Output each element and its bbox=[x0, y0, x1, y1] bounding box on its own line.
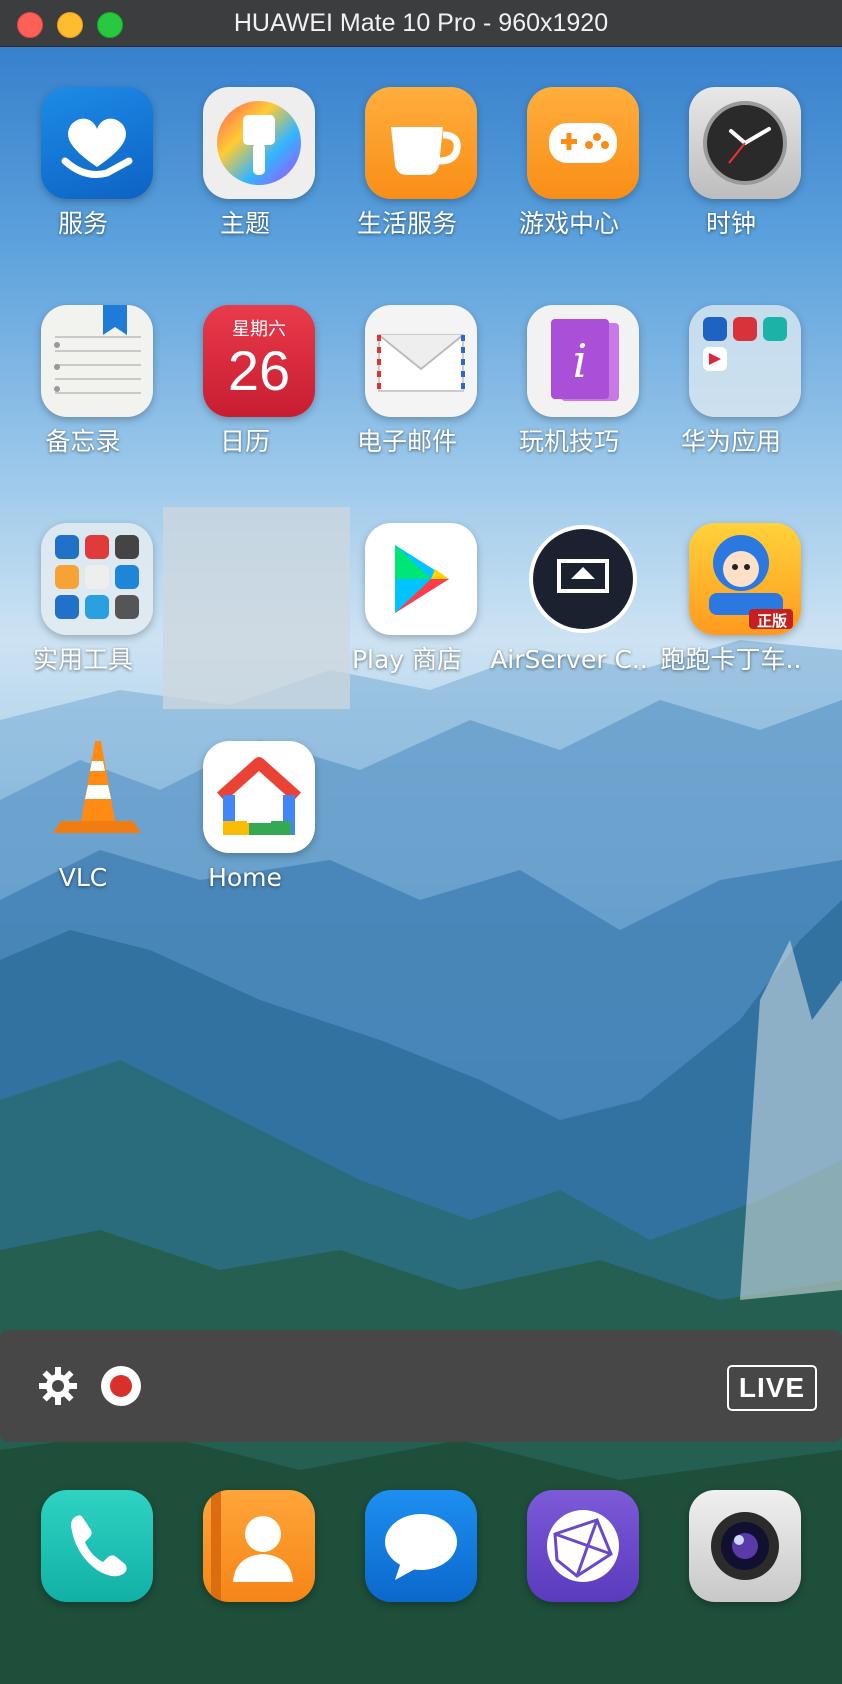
app-folder-tools[interactable]: 实用工具 bbox=[2, 523, 164, 693]
dock-phone-app[interactable] bbox=[41, 1490, 153, 1602]
paintbrush-icon bbox=[203, 87, 315, 199]
app-life-services[interactable]: 生活服务 bbox=[326, 87, 488, 257]
notepad-icon bbox=[41, 305, 153, 417]
app-label: 电子邮件 bbox=[356, 427, 457, 456]
clock-icon bbox=[689, 87, 801, 199]
app-calendar[interactable]: 星期六 26 日历 bbox=[164, 305, 326, 475]
browser-icon bbox=[547, 1510, 619, 1582]
tips-book-icon: i bbox=[527, 305, 639, 417]
kart-game-icon: 正版 bbox=[689, 523, 801, 635]
record-dot-icon bbox=[110, 1375, 132, 1397]
dock-browser-app[interactable] bbox=[527, 1490, 639, 1602]
app-label: 实用工具 bbox=[32, 645, 133, 674]
app-game-center[interactable]: 游戏中心 bbox=[488, 87, 650, 257]
app-label: 日历 bbox=[219, 427, 270, 456]
app-label: 游戏中心 bbox=[518, 209, 619, 238]
blurred-region bbox=[163, 507, 350, 709]
app-kart-game[interactable]: 正版 跑跑卡丁车.. bbox=[650, 523, 812, 693]
envelope-icon bbox=[365, 305, 477, 417]
settings-gear-icon[interactable] bbox=[38, 1366, 78, 1406]
app-themes[interactable]: 主题 bbox=[164, 87, 326, 257]
app-notes[interactable]: 备忘录 bbox=[2, 305, 164, 475]
dock-contacts-app[interactable] bbox=[203, 1490, 315, 1602]
play-store-icon bbox=[365, 523, 477, 635]
app-label: 华为应用 bbox=[680, 427, 781, 456]
app-play-store[interactable]: Play 商店 bbox=[326, 523, 488, 693]
svg-text:i: i bbox=[573, 334, 588, 388]
camera-icon bbox=[711, 1512, 779, 1580]
google-home-icon bbox=[203, 741, 315, 853]
app-tips[interactable]: i 玩机技巧 bbox=[488, 305, 650, 475]
app-clock[interactable]: 时钟 bbox=[650, 87, 812, 257]
window-title: HUAWEI Mate 10 Pro - 960x1920 bbox=[233, 9, 609, 37]
app-label: 时钟 bbox=[705, 209, 756, 238]
record-button[interactable] bbox=[101, 1366, 141, 1406]
app-vlc[interactable]: VLC bbox=[2, 741, 164, 911]
coffee-cup-icon bbox=[365, 87, 477, 199]
app-label: Play 商店 bbox=[351, 645, 463, 674]
contacts-icon bbox=[211, 1490, 293, 1602]
folder-icon bbox=[689, 305, 801, 417]
app-google-home[interactable]: Home bbox=[164, 741, 326, 911]
calendar-weekday: 星期六 bbox=[232, 319, 286, 340]
calendar-icon: 星期六 26 bbox=[203, 305, 315, 417]
app-label: AirServer C.. bbox=[490, 645, 648, 674]
app-label: 跑跑卡丁车.. bbox=[660, 645, 802, 674]
app-label: 生活服务 bbox=[356, 209, 457, 238]
app-label: VLC bbox=[58, 863, 108, 892]
app-services[interactable]: 服务 bbox=[2, 87, 164, 257]
kart-game-badge: 正版 bbox=[756, 612, 787, 630]
app-airserver[interactable]: AirServer C.. bbox=[488, 523, 650, 693]
dock-messages-app[interactable] bbox=[365, 1490, 477, 1602]
phone-screen: HUAWEI Mate 10 Pro - 960x1920 服务 主题 生活服务… bbox=[0, 0, 842, 1684]
app-label: 备忘录 bbox=[45, 427, 121, 456]
mirroring-toolbar: LIVE bbox=[0, 1330, 842, 1442]
calendar-day: 26 bbox=[227, 339, 291, 402]
app-email[interactable]: 电子邮件 bbox=[326, 305, 488, 475]
traffic-cone-icon bbox=[41, 741, 153, 853]
app-label: Home bbox=[208, 863, 282, 892]
app-label: 主题 bbox=[219, 209, 270, 238]
app-label: 玩机技巧 bbox=[518, 427, 619, 456]
window-title-bar: HUAWEI Mate 10 Pro - 960x1920 bbox=[0, 0, 842, 47]
messages-icon bbox=[385, 1514, 457, 1580]
app-folder-huawei-apps[interactable]: 华为应用 bbox=[650, 305, 812, 475]
phone-icon bbox=[71, 1515, 127, 1577]
gamepad-icon bbox=[527, 87, 639, 199]
app-label: 服务 bbox=[57, 209, 108, 238]
tools-folder-icon bbox=[41, 523, 153, 635]
heart-hand-icon bbox=[41, 87, 153, 199]
airplay-icon bbox=[527, 523, 639, 635]
dock-camera-app[interactable] bbox=[689, 1490, 801, 1602]
live-button[interactable]: LIVE bbox=[727, 1365, 817, 1411]
